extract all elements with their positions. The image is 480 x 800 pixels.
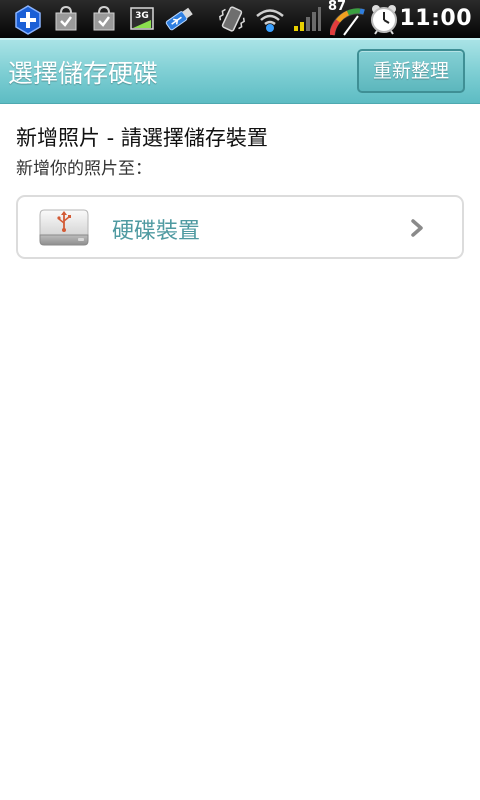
section-heading: 新增照片 - 請選擇儲存裝置 (16, 126, 268, 150)
network-3g-icon: 3G (130, 5, 154, 33)
signal-icon (292, 5, 322, 33)
refresh-button[interactable]: 重新整理 (357, 49, 465, 93)
page-title: 選擇儲存硬碟 (8, 59, 159, 88)
add-icon (14, 5, 42, 35)
usb-icon (162, 5, 196, 33)
device-label: 硬碟裝置 (112, 219, 201, 244)
screen: 3G 87 11:00 選擇儲存硬碟 重新整理 新增照片 - 請選擇儲存裝置 新… (0, 0, 480, 800)
hard-drive-icon (38, 207, 90, 251)
status-bar: 3G 87 11:00 (0, 0, 480, 38)
section-subheading: 新增你的照片至： (16, 159, 152, 179)
device-list-item[interactable]: 硬碟裝置 (16, 195, 464, 259)
battery-gauge-icon (330, 6, 366, 36)
shopping-bag-icon (92, 5, 116, 33)
alarm-clock-icon (368, 3, 400, 35)
chevron-right-icon (410, 219, 424, 241)
shopping-bag-icon (54, 5, 78, 33)
title-bar: 選擇儲存硬碟 重新整理 (0, 38, 480, 104)
status-clock: 11:00 (399, 6, 472, 31)
wifi-icon (254, 5, 286, 33)
vibrate-icon (216, 5, 248, 33)
network-type-label: 3G (135, 11, 149, 21)
